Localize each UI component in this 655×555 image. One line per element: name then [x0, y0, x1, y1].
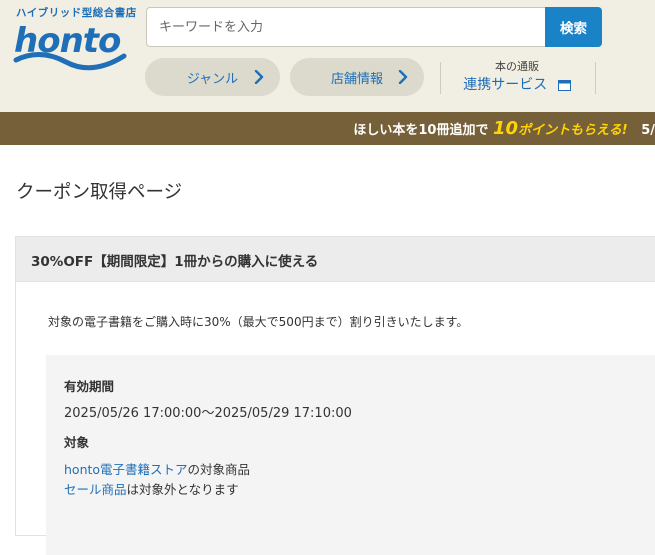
header-divider: [595, 62, 596, 94]
target-line: honto電子書籍ストアの対象商品: [64, 459, 250, 478]
nav-genre-button[interactable]: ジャンル: [145, 58, 280, 96]
sale-items-link[interactable]: セール商品: [64, 482, 127, 497]
search-button[interactable]: 検索: [545, 7, 602, 47]
page-title: クーポン取得ページ: [16, 182, 183, 203]
promo-banner-text: ほしい本を10冊追加で 10ポイントもらえる! 5/: [353, 112, 655, 145]
linkage-main-label: 連携サービス: [463, 77, 548, 93]
coupon-details: 有効期間 2025/05/26 17:00:00～2025/05/29 17:1…: [46, 355, 655, 555]
ebook-store-link[interactable]: honto電子書籍ストア: [64, 462, 188, 477]
honto-logo[interactable]: honto: [12, 14, 130, 76]
coupon-description: 対象の電子書籍をご購入時に30%（最大で500円まで）割り引きいたします。: [48, 315, 469, 329]
banner-extra: 5/: [641, 123, 655, 138]
exclusion-line: セール商品は対象外となります: [64, 479, 239, 498]
chevron-right-icon: [254, 70, 264, 84]
banner-points: 10: [493, 118, 519, 139]
promo-banner[interactable]: ほしい本を10冊追加で 10ポイントもらえる! 5/: [0, 112, 655, 145]
linkage-service-link[interactable]: 本の通販 連携サービス: [447, 60, 587, 95]
honto-logo-icon: honto: [13, 21, 127, 71]
target-suffix: の対象商品: [187, 462, 251, 477]
nav-store-info-label: 店舗情報: [330, 71, 383, 87]
coupon-header: 30%OFF【期間限定】1冊からの購入に使える: [16, 237, 655, 282]
linkage-small-label: 本の通販: [495, 60, 539, 73]
target-label: 対象: [64, 435, 90, 450]
coupon-card: 30%OFF【期間限定】1冊からの購入に使える 対象の電子書籍をご購入時に30%…: [15, 236, 655, 555]
banner-suffix: ポイントもらえる!: [518, 123, 628, 138]
site-header: ハイブリッド型総合書店 honto 検索 ジャンル 店舗情報 本の通販 連携サー…: [0, 0, 655, 112]
banner-prefix: ほしい本を10冊追加で: [353, 123, 489, 138]
header-divider: [440, 62, 441, 94]
validity-value: 2025/05/26 17:00:00～2025/05/29 17:10:00: [64, 406, 352, 421]
exclusion-suffix: は対象外となります: [126, 482, 239, 497]
search-input[interactable]: [146, 7, 546, 47]
linkage-main-row: 連携サービス: [447, 75, 587, 95]
coupon-title: 30%OFF【期間限定】1冊からの購入に使える: [31, 254, 319, 270]
nav-store-info-button[interactable]: 店舗情報: [290, 58, 424, 96]
chevron-right-icon: [398, 70, 408, 84]
window-icon: [557, 79, 571, 91]
validity-label: 有効期間: [64, 379, 115, 394]
nav-genre-label: ジャンル: [186, 71, 239, 87]
